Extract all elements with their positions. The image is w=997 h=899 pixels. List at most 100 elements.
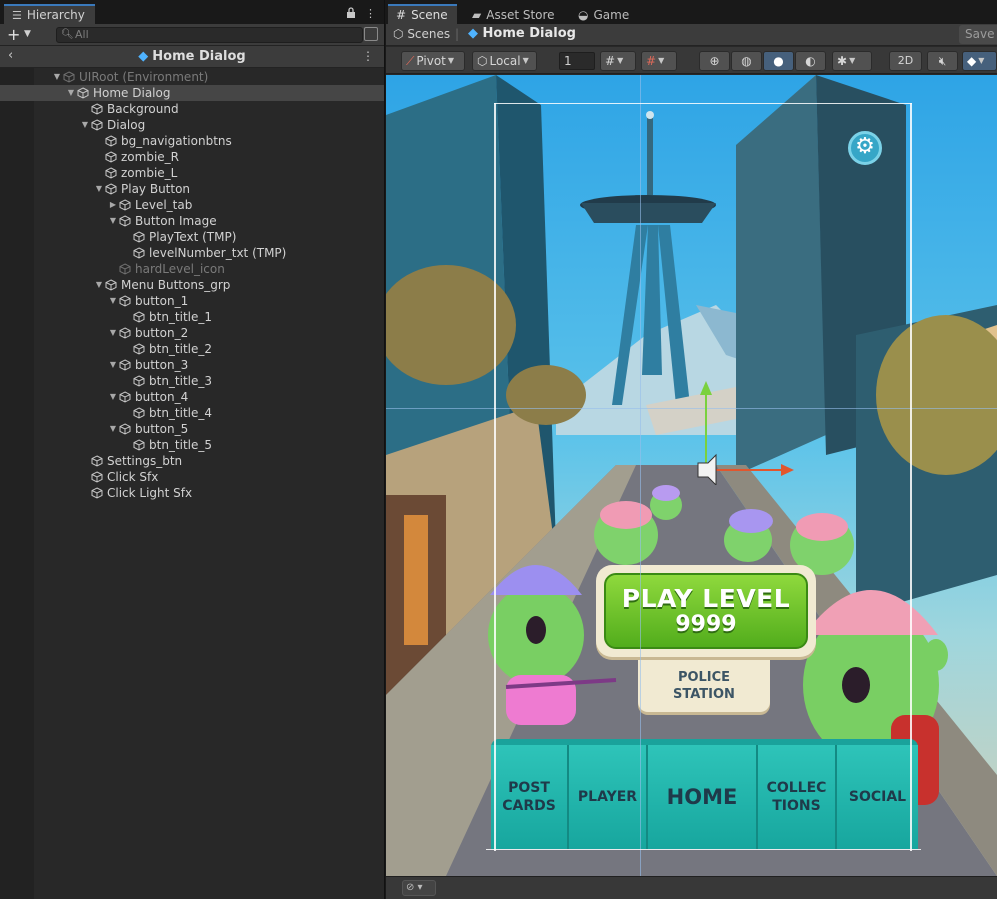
hierarchy-row[interactable]: ▼ Home Dialog [0, 85, 384, 101]
gameobject-cube-icon [133, 343, 145, 355]
hierarchy-row[interactable]: zombie_L [0, 165, 384, 181]
expand-down-icon[interactable]: ▼ [94, 181, 104, 197]
grid-size-field[interactable]: 1 [559, 52, 595, 70]
menu-button-collections[interactable]: COLLEC TIONS [758, 745, 837, 849]
shaded-button[interactable]: ● [763, 51, 794, 71]
breadcrumb-current[interactable]: ◆ Home Dialog [468, 26, 576, 41]
move-gizmo[interactable] [686, 375, 806, 485]
menu-button-home[interactable]: HOME [648, 745, 758, 849]
pivot-dropdown[interactable]: ⟋ Pivot ▼ [401, 51, 465, 71]
hierarchy-row[interactable]: btn_title_2 [0, 341, 384, 357]
gameobject-cube-icon [91, 471, 103, 483]
hierarchy-row[interactable]: Click Light Sfx [0, 485, 384, 501]
hierarchy-row[interactable]: PlayText (TMP) [0, 229, 384, 245]
hierarchy-row[interactable]: hardLevel_icon [0, 261, 384, 277]
tab-hierarchy[interactable]: ☰ Hierarchy [4, 4, 95, 24]
scene-toolbar: ⟋ Pivot ▼ ⬡ Local ▼ 1 # ▼ # ▼ ⊕ ◍ ● ◐ ✱ … [386, 47, 997, 74]
search-placeholder: All [75, 28, 89, 41]
gameobject-cube-icon [91, 103, 103, 115]
hierarchy-row[interactable]: ▼ button_1 [0, 293, 384, 309]
scene-viewport[interactable]: ⚙ PLAY LEVEL 9999 POLICE STATION POST CA… [386, 75, 997, 876]
wireframe-shading-button[interactable]: ⊕ [699, 51, 730, 71]
toggle-2d-label: 2D [897, 54, 914, 67]
hierarchy-row-label: Home Dialog [93, 86, 171, 100]
prefab-title: ◆ Home Dialog [0, 49, 384, 64]
hierarchy-row[interactable]: ▼ Dialog [0, 117, 384, 133]
kebab-menu-icon[interactable]: ⋮ [362, 49, 374, 63]
gameobject-cube-icon [119, 199, 131, 211]
toggle-2d-button[interactable]: 2D [889, 51, 922, 71]
hierarchy-row-label: button_1 [135, 294, 189, 308]
hierarchy-row[interactable]: ▼ UIRoot (Environment) [0, 69, 384, 85]
chevron-down-icon: ▼ [617, 56, 624, 65]
unlit-button[interactable]: ◐ [795, 51, 826, 71]
expand-down-icon[interactable]: ▼ [108, 213, 118, 229]
tab-asset-store[interactable]: ▰ Asset Store [464, 4, 564, 24]
expand-down-icon[interactable]: ▼ [108, 421, 118, 437]
hierarchy-row[interactable]: ▼ Button Image [0, 213, 384, 229]
hierarchy-row[interactable]: ▼ button_2 [0, 325, 384, 341]
chevron-down-icon[interactable]: ▼ [24, 29, 31, 39]
expand-down-icon[interactable]: ▼ [80, 117, 90, 133]
hierarchy-row[interactable]: ▼ button_3 [0, 357, 384, 373]
settings-button[interactable]: ⚙ [848, 131, 882, 165]
hierarchy-row[interactable]: ▼ Play Button [0, 181, 384, 197]
audio-toggle-button[interactable]: 🔇︎ [927, 51, 958, 71]
create-plus-icon[interactable]: + [7, 25, 20, 44]
expand-down-icon[interactable]: ▼ [108, 357, 118, 373]
local-dropdown[interactable]: ⬡ Local ▼ [472, 51, 537, 71]
expand-down-icon[interactable]: ▼ [52, 69, 62, 85]
play-button[interactable]: PLAY LEVEL 9999 [596, 565, 816, 657]
hierarchy-row[interactable]: btn_title_3 [0, 373, 384, 389]
hierarchy-row[interactable]: levelNumber_txt (TMP) [0, 245, 384, 261]
hierarchy-row[interactable]: zombie_R [0, 149, 384, 165]
layers-icon: ◆ [967, 54, 977, 68]
rect-frame-bottom [486, 849, 921, 850]
kebab-menu-icon[interactable]: ⋮ [365, 7, 376, 21]
hierarchy-row[interactable]: bg_navigationbtns [0, 133, 384, 149]
hierarchy-row[interactable]: Settings_btn [0, 453, 384, 469]
gameobject-cube-icon [133, 375, 145, 387]
expand-down-icon[interactable]: ▼ [94, 277, 104, 293]
expand-right-icon[interactable]: ▶ [108, 197, 118, 213]
hierarchy-row[interactable]: ▶ Level_tab [0, 197, 384, 213]
gameobject-cube-icon [77, 87, 89, 99]
menu-button-social[interactable]: SOCIAL [837, 745, 918, 849]
debug-draw-dropdown[interactable]: ✱ ▼ [832, 51, 872, 71]
menu-button-collections-line1: COLLEC [766, 780, 827, 796]
shaded-wireframe-button[interactable]: ◍ [731, 51, 762, 71]
effects-dropdown[interactable]: ◆ ▼ [962, 51, 997, 71]
gameobject-cube-icon [105, 135, 117, 147]
scene-bottom-bar: ⊘ ▾ [386, 876, 997, 899]
overlay-menu-button[interactable]: ⊘ ▾ [402, 880, 436, 896]
expand-down-icon[interactable]: ▼ [108, 325, 118, 341]
hierarchy-row[interactable]: ▼ Menu Buttons_grp [0, 277, 384, 293]
grid-snap-dropdown[interactable]: # ▼ [600, 51, 636, 71]
expand-down-icon[interactable]: ▼ [108, 293, 118, 309]
gameobject-cube-icon [133, 311, 145, 323]
grid-visibility-dropdown[interactable]: # ▼ [641, 51, 677, 71]
rect-frame-right [910, 103, 912, 851]
hierarchy-row[interactable]: Click Sfx [0, 469, 384, 485]
save-button[interactable]: Save [959, 25, 997, 44]
expand-down-icon[interactable]: ▼ [108, 389, 118, 405]
hierarchy-row[interactable]: ▼ button_5 [0, 421, 384, 437]
menu-button-player[interactable]: PLAYER [569, 745, 648, 849]
breadcrumb-separator: | [455, 27, 460, 41]
tab-game[interactable]: ◒ Game [570, 4, 638, 24]
breadcrumb: ⬡ Scenes | ◆ Home Dialog Save [386, 24, 997, 46]
expand-down-icon[interactable]: ▼ [66, 85, 76, 101]
hierarchy-row[interactable]: btn_title_5 [0, 437, 384, 453]
hierarchy-row[interactable]: Background [0, 101, 384, 117]
gameobject-cube-icon [119, 215, 131, 227]
breadcrumb-scenes[interactable]: ⬡ Scenes [393, 27, 450, 41]
bag-icon: ▰ [472, 8, 482, 22]
lock-icon[interactable] [346, 7, 356, 21]
hierarchy-row[interactable]: btn_title_1 [0, 309, 384, 325]
hierarchy-row[interactable]: btn_title_4 [0, 405, 384, 421]
menu-button-postcards[interactable]: POST CARDS [491, 745, 569, 849]
scene-visibility-icon[interactable] [364, 27, 378, 41]
search-input[interactable]: 🔍︎ All [56, 27, 363, 43]
tab-scene[interactable]: # Scene [388, 4, 457, 24]
hierarchy-row[interactable]: ▼ button_4 [0, 389, 384, 405]
